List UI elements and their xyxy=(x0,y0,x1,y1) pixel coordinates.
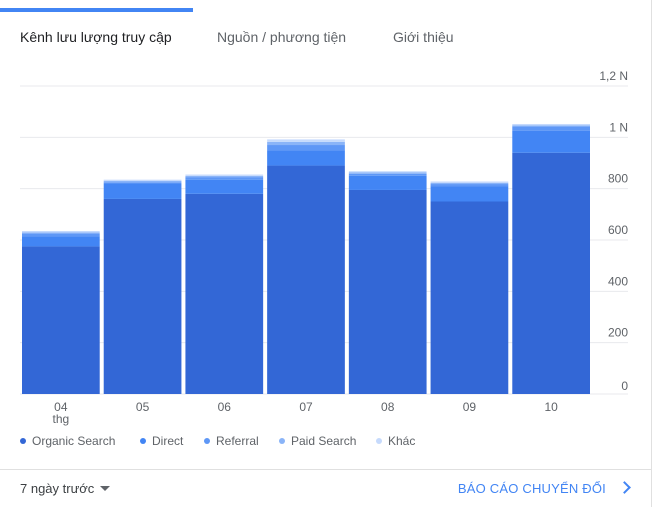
legend-label: Paid Search xyxy=(291,434,357,448)
x-tick-sublabel: thg xyxy=(53,412,70,426)
tab-bar: Kênh lưu lượng truy cập Nguồn / phương t… xyxy=(0,26,640,50)
bar-segment xyxy=(430,182,509,185)
bar-segment xyxy=(267,139,345,142)
bar-segment xyxy=(512,123,590,126)
tab-referrals[interactable]: Giới thiệu xyxy=(393,26,454,48)
legend-item-paid-search[interactable]: Paid Search xyxy=(279,432,356,450)
legend-dot-icon xyxy=(376,437,382,444)
bar-segment xyxy=(430,181,509,183)
bar-segment xyxy=(348,189,427,394)
bar-segment xyxy=(512,125,590,127)
bar-segment xyxy=(512,126,590,131)
stacked-bar-chart: 1,2 N1 N8006004002000 04thg05 06 07 08 09 10 xyxy=(20,70,628,426)
y-tick-label: 600 xyxy=(608,223,628,237)
y-axis-labels: 1,2 N 1 N 800 600 400 200 0 xyxy=(599,70,628,393)
bar-segment xyxy=(348,173,427,176)
y-tick-label: 1,2 N xyxy=(599,70,628,83)
bar-segment xyxy=(430,186,509,202)
legend-dot-icon xyxy=(140,437,146,444)
x-tick-label: 08 xyxy=(381,400,395,414)
x-tick-label: 07 xyxy=(299,400,313,414)
bar-segment xyxy=(430,184,509,187)
x-axis-labels: 04thg05 06 07 08 09 10 xyxy=(53,400,559,426)
legend-item-organic-search[interactable]: Organic Search xyxy=(20,432,115,450)
bar-segment xyxy=(348,171,427,173)
bar-segment xyxy=(103,179,182,181)
bar-segment xyxy=(22,231,100,233)
bar-segment xyxy=(267,145,345,151)
legend-item-direct[interactable]: Direct xyxy=(140,432,183,450)
conversion-report-label: BÁO CÁO CHUYỂN ĐỔI xyxy=(457,481,606,496)
y-tick-label: 1 N xyxy=(609,120,628,134)
tab-source-medium[interactable]: Nguồn / phương tiện xyxy=(217,26,346,48)
y-tick-label: 800 xyxy=(608,172,628,186)
x-tick-label: 05 xyxy=(136,400,150,414)
active-tab-indicator xyxy=(0,8,193,12)
tab-traffic-channels[interactable]: Kênh lưu lượng truy cập xyxy=(20,26,172,48)
bars xyxy=(22,123,590,394)
conversion-report-link[interactable]: BÁO CÁO CHUYỂN ĐỔI xyxy=(457,479,631,499)
date-range-dropdown[interactable]: 7 ngày trước xyxy=(20,479,111,499)
x-tick-label: 09 xyxy=(463,400,477,414)
bar-segment xyxy=(22,232,100,234)
chevron-right-icon xyxy=(618,481,631,494)
legend-label: Referral xyxy=(216,434,259,448)
bar-segment xyxy=(103,183,182,199)
bar-segment xyxy=(430,201,509,394)
footer-divider xyxy=(0,469,652,470)
legend-label: Direct xyxy=(152,434,184,448)
bar-segment xyxy=(185,193,264,394)
legend-dot-icon xyxy=(204,437,210,444)
bar-segment xyxy=(22,233,100,237)
bar-segment xyxy=(22,236,100,247)
y-tick-label: 0 xyxy=(621,379,628,393)
bar-segment xyxy=(185,177,264,180)
y-tick-label: 400 xyxy=(608,274,628,288)
bar-segment xyxy=(348,172,427,174)
y-tick-label: 200 xyxy=(608,326,628,340)
x-tick-label: 06 xyxy=(218,400,232,414)
x-tick-label: 10 xyxy=(544,400,558,414)
bar-segment xyxy=(512,152,590,394)
caret-down-icon xyxy=(100,486,111,492)
bar-segment xyxy=(512,130,590,153)
date-range-label: 7 ngày trước xyxy=(20,481,95,496)
bar-segment xyxy=(22,246,100,394)
bar-segment xyxy=(267,150,345,166)
bar-segment xyxy=(103,180,182,183)
bar-segment xyxy=(185,175,264,178)
bar-segment xyxy=(103,198,182,394)
bar-segment xyxy=(348,175,427,190)
legend-item-other[interactable]: Khác xyxy=(376,432,415,450)
bar-segment xyxy=(267,165,345,394)
bar-segment xyxy=(185,179,264,194)
bar-segment xyxy=(267,141,345,146)
legend-item-referral[interactable]: Referral xyxy=(204,432,259,450)
bar-segment xyxy=(103,182,182,184)
legend-label: Organic Search xyxy=(32,434,116,448)
legend-dot-icon xyxy=(20,437,26,444)
bar-segment xyxy=(185,174,264,176)
legend-label: Khác xyxy=(388,434,416,448)
traffic-channels-card: Kênh lưu lượng truy cập Nguồn / phương t… xyxy=(0,0,652,507)
legend-dot-icon xyxy=(279,437,285,444)
